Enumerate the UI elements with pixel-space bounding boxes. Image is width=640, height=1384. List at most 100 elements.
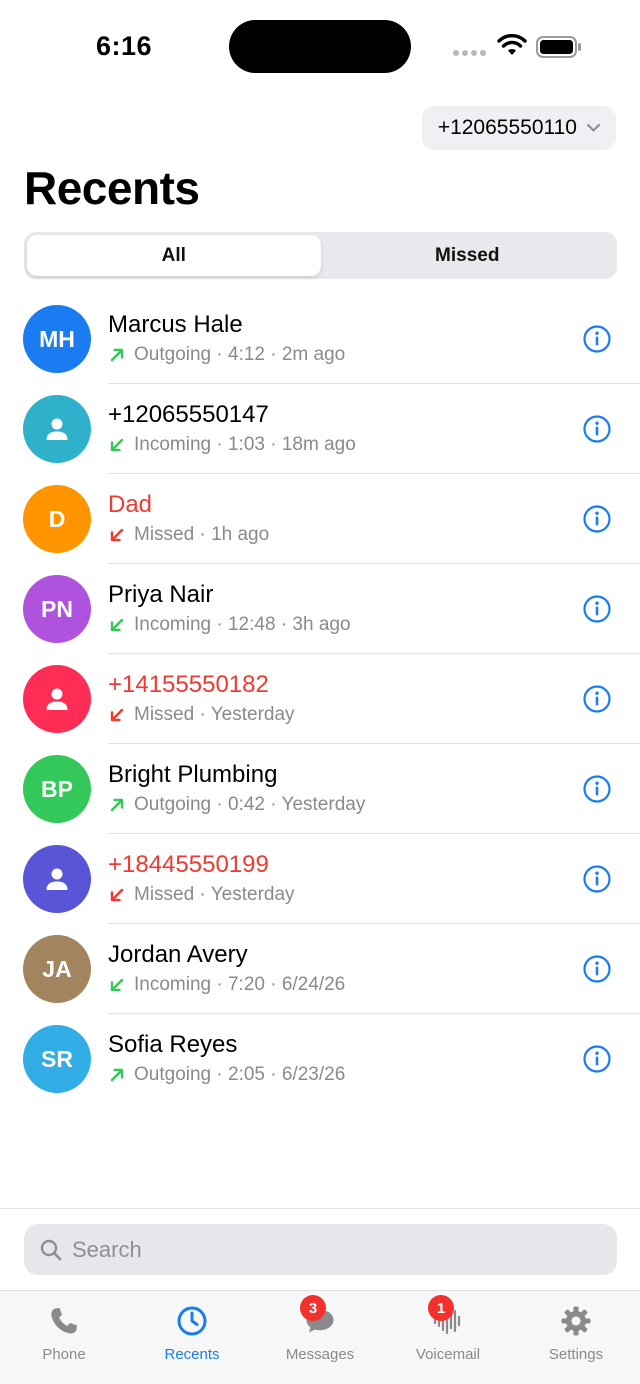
missed-arrow-icon: [110, 528, 124, 542]
messages-badge: 3: [300, 1295, 326, 1321]
info-button[interactable]: [583, 505, 611, 533]
info-button[interactable]: [583, 955, 611, 983]
tab-settings[interactable]: Settings: [512, 1291, 640, 1384]
tab-phone[interactable]: Phone: [0, 1291, 128, 1384]
info-icon: [583, 325, 611, 353]
caller-name: Marcus Hale: [108, 311, 243, 338]
outgoing-arrow-icon: [110, 348, 124, 362]
call-row[interactable]: +18445550199 Missed · Yesterday: [0, 834, 640, 924]
call-row[interactable]: MH Marcus Hale Outgoing · 4:12 · 2m ago: [0, 294, 640, 384]
missed-arrow-icon: [110, 888, 124, 902]
caller-name: Priya Nair: [108, 581, 214, 608]
call-row[interactable]: D Dad Missed · 1h ago: [0, 474, 640, 564]
gear-icon: [561, 1306, 591, 1336]
clock-icon: [177, 1306, 207, 1336]
call-detail: Incoming · 7:20 · 6/24/26: [110, 974, 345, 996]
outgoing-arrow-icon: [110, 1068, 124, 1082]
info-button[interactable]: [583, 325, 611, 353]
info-button[interactable]: [583, 865, 611, 893]
info-button[interactable]: [583, 1045, 611, 1073]
avatar: SR: [23, 1025, 91, 1093]
call-detail-text: Outgoing · 2:05 · 6/23/26: [134, 1064, 346, 1085]
tab-label: Recents: [164, 1346, 220, 1363]
caller-name: Jordan Avery: [108, 941, 248, 968]
cellular-signal-icon: [453, 50, 486, 56]
search-input[interactable]: Search: [24, 1224, 617, 1275]
call-row[interactable]: SR Sofia Reyes Outgoing · 2:05 · 6/23/26: [0, 1014, 640, 1104]
wifi-icon: [497, 34, 527, 55]
call-row[interactable]: PN Priya Nair Incoming · 12:48 · 3h ago: [0, 564, 640, 654]
dynamic-island: [229, 20, 411, 73]
avatar: [23, 665, 91, 733]
call-detail: Missed · 1h ago: [110, 524, 269, 546]
call-row[interactable]: JA Jordan Avery Incoming · 7:20 · 6/24/26: [0, 924, 640, 1014]
segment-missed[interactable]: Missed: [321, 235, 615, 276]
selected-number: +12065550110: [437, 116, 577, 139]
info-icon: [583, 955, 611, 983]
person-icon: [46, 418, 68, 440]
incoming-arrow-icon: [110, 618, 124, 632]
call-detail: Missed · Yesterday: [110, 704, 295, 726]
call-detail: Incoming · 12:48 · 3h ago: [110, 614, 351, 636]
call-detail-text: Missed · Yesterday: [134, 884, 295, 905]
caller-name: Bright Plumbing: [108, 761, 278, 788]
incoming-arrow-icon: [110, 438, 124, 452]
tab-label: Settings: [548, 1346, 604, 1363]
filter-segmented-control: All Missed: [24, 232, 617, 279]
avatar: [23, 845, 91, 913]
battery-icon: [536, 36, 581, 58]
call-detail: Outgoing · 0:42 · Yesterday: [110, 794, 365, 816]
tab-label: Messages: [285, 1346, 355, 1363]
search-divider: [0, 1208, 640, 1209]
person-icon: [46, 868, 68, 890]
segment-all[interactable]: All: [27, 235, 321, 276]
info-icon: [583, 1045, 611, 1073]
call-detail-text: Incoming · 7:20 · 6/24/26: [134, 974, 346, 995]
call-row[interactable]: +12065550147 Incoming · 1:03 · 18m ago: [0, 384, 640, 474]
info-icon: [583, 415, 611, 443]
search-icon: [40, 1239, 62, 1260]
tab-label: Phone: [42, 1346, 86, 1363]
outgoing-arrow-icon: [110, 798, 124, 812]
info-icon: [583, 865, 611, 893]
info-button[interactable]: [583, 685, 611, 713]
caller-name: +18445550199: [108, 851, 269, 878]
tab-recents[interactable]: Recents: [128, 1291, 256, 1384]
tab-bar: Phone Recents 3 Messages 1 Voicemail Set…: [0, 1290, 640, 1384]
voicemail-badge: 1: [428, 1295, 454, 1321]
call-detail-text: Missed · 1h ago: [134, 524, 270, 545]
status-time: 6:16: [96, 31, 153, 61]
info-icon: [583, 595, 611, 623]
recents-list: MH Marcus Hale Outgoing · 4:12 · 2m ago +12…: [0, 294, 640, 1104]
call-detail-text: Outgoing · 4:12 · 2m ago: [134, 344, 346, 365]
page-title: Recents: [24, 162, 200, 214]
call-detail-text: Outgoing · 0:42 · Yesterday: [134, 794, 366, 815]
call-detail: Missed · Yesterday: [110, 884, 295, 906]
info-icon: [583, 775, 611, 803]
incoming-arrow-icon: [110, 978, 124, 992]
missed-arrow-icon: [110, 708, 124, 722]
avatar: BP: [23, 755, 91, 823]
info-button[interactable]: [583, 595, 611, 623]
chevron-down-icon: [587, 124, 600, 132]
info-button[interactable]: [583, 415, 611, 443]
call-detail-text: Missed · Yesterday: [134, 704, 295, 725]
tab-voicemail[interactable]: 1 Voicemail: [384, 1291, 512, 1384]
call-detail: Outgoing · 4:12 · 2m ago: [110, 344, 345, 366]
tab-label: Voicemail: [415, 1346, 481, 1363]
caller-name: Dad: [108, 491, 153, 518]
call-row[interactable]: BP Bright Plumbing Outgoing · 0:42 · Yeste…: [0, 744, 640, 834]
status-bar: 6:16: [0, 0, 640, 96]
info-icon: [583, 505, 611, 533]
info-button[interactable]: [583, 775, 611, 803]
phone-icon: [51, 1308, 77, 1334]
call-detail: Incoming · 1:03 · 18m ago: [110, 434, 356, 456]
tab-messages[interactable]: 3 Messages: [256, 1291, 384, 1384]
caller-name: +12065550147: [108, 401, 269, 428]
avatar: JA: [23, 935, 91, 1003]
phone-number-selector[interactable]: +12065550110: [421, 106, 616, 150]
call-detail: Outgoing · 2:05 · 6/23/26: [110, 1064, 345, 1086]
call-row[interactable]: +14155550182 Missed · Yesterday: [0, 654, 640, 744]
person-icon: [46, 688, 68, 710]
avatar: D: [23, 485, 91, 553]
